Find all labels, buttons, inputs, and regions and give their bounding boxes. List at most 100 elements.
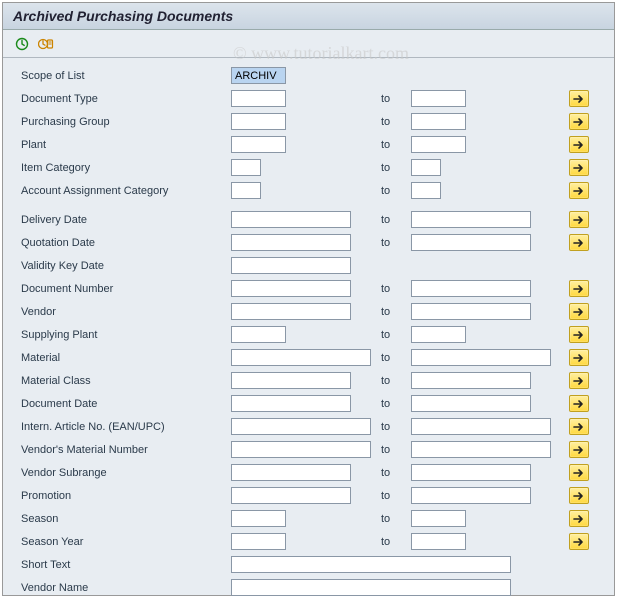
to-label: to — [381, 352, 411, 364]
multiple-selection-button-vendor[interactable] — [569, 303, 589, 320]
input-material-from[interactable] — [231, 349, 371, 366]
to-label: to — [381, 283, 411, 295]
input-vendor-subrange-to[interactable] — [411, 464, 531, 481]
row-ean-upc: Intern. Article No. (EAN/UPC) to — [3, 415, 614, 438]
sap-selection-screen: Archived Purchasing Documents © www.tuto… — [2, 2, 615, 596]
arrow-right-icon — [573, 468, 585, 478]
input-supplying-plant-from[interactable] — [231, 326, 286, 343]
input-season-to[interactable] — [411, 510, 466, 527]
input-item-category-to[interactable] — [411, 159, 441, 176]
arrow-right-icon — [573, 445, 585, 455]
arrow-right-icon — [573, 117, 585, 127]
input-document-date-from[interactable] — [231, 395, 351, 412]
input-material-to[interactable] — [411, 349, 551, 366]
input-plant-from[interactable] — [231, 136, 286, 153]
label-vendor-mat-no: Vendor's Material Number — [21, 444, 231, 456]
input-quotation-date-from[interactable] — [231, 234, 351, 251]
multiple-selection-button-material-class[interactable] — [569, 372, 589, 389]
input-vendor-name[interactable] — [231, 579, 511, 596]
multiple-selection-button-document-type[interactable] — [569, 90, 589, 107]
multiple-selection-button-promotion[interactable] — [569, 487, 589, 504]
input-ean-upc-to[interactable] — [411, 418, 551, 435]
multiple-selection-button-season[interactable] — [569, 510, 589, 527]
selection-form: Scope of List Document TypetoPurchasing … — [3, 58, 614, 599]
input-item-category-from[interactable] — [231, 159, 261, 176]
arrow-right-icon — [573, 284, 585, 294]
input-material-class-from[interactable] — [231, 372, 351, 389]
input-short-text[interactable] — [231, 556, 511, 573]
input-season-year-to[interactable] — [411, 533, 466, 550]
multiple-selection-button-quotation-date[interactable] — [569, 234, 589, 251]
input-document-date-to[interactable] — [411, 395, 531, 412]
label-vendor-name: Vendor Name — [21, 582, 231, 594]
multiple-selection-button-vendor-subrange[interactable] — [569, 464, 589, 481]
input-season-year-from[interactable] — [231, 533, 286, 550]
label-vendor-subrange: Vendor Subrange — [21, 467, 231, 479]
to-label: to — [381, 237, 411, 249]
multiple-selection-button-material[interactable] — [569, 349, 589, 366]
input-season-from[interactable] — [231, 510, 286, 527]
arrow-right-icon — [573, 353, 585, 363]
input-document-number-from[interactable] — [231, 280, 351, 297]
input-vendor-from[interactable] — [231, 303, 351, 320]
multiple-selection-button-item-category[interactable] — [569, 159, 589, 176]
to-label: to — [381, 513, 411, 525]
to-label: to — [381, 306, 411, 318]
get-variant-button[interactable] — [35, 34, 57, 54]
input-quotation-date-to[interactable] — [411, 234, 531, 251]
label-material-class: Material Class — [21, 375, 231, 387]
row-short-text: Short Text — [3, 553, 614, 576]
input-purchasing-group-to[interactable] — [411, 113, 466, 130]
input-vendor-to[interactable] — [411, 303, 531, 320]
multiple-selection-button-vendor-mat-no[interactable] — [569, 441, 589, 458]
input-vendor-mat-no-from[interactable] — [231, 441, 371, 458]
input-plant-to[interactable] — [411, 136, 466, 153]
arrow-right-icon — [573, 163, 585, 173]
input-vendor-subrange-from[interactable] — [231, 464, 351, 481]
label-season: Season — [21, 513, 231, 525]
input-document-type-from[interactable] — [231, 90, 286, 107]
row-vendor-mat-no: Vendor's Material Numberto — [3, 438, 614, 461]
variant-icon — [38, 37, 54, 51]
label-document-type: Document Type — [21, 93, 231, 105]
input-scope-of-list[interactable] — [231, 67, 286, 84]
input-supplying-plant-to[interactable] — [411, 326, 466, 343]
multiple-selection-button-document-number[interactable] — [569, 280, 589, 297]
input-document-number-to[interactable] — [411, 280, 531, 297]
multiple-selection-button-delivery-date[interactable] — [569, 211, 589, 228]
label-ean-upc: Intern. Article No. (EAN/UPC) — [21, 421, 231, 433]
input-acct-assign-cat-from[interactable] — [231, 182, 261, 199]
to-label: to — [381, 375, 411, 387]
arrow-right-icon — [573, 94, 585, 104]
to-label: to — [381, 329, 411, 341]
multiple-selection-button-ean-upc[interactable] — [569, 418, 589, 435]
input-ean-upc-from[interactable] — [231, 418, 371, 435]
row-document-number: Document Number to — [3, 277, 614, 300]
row-document-date: Document Dateto — [3, 392, 614, 415]
arrow-right-icon — [573, 330, 585, 340]
label-document-number: Document Number — [21, 283, 231, 295]
input-delivery-date-to[interactable] — [411, 211, 531, 228]
input-promotion-to[interactable] — [411, 487, 531, 504]
multiple-selection-button-supplying-plant[interactable] — [569, 326, 589, 343]
input-promotion-from[interactable] — [231, 487, 351, 504]
multiple-selection-button-season-year[interactable] — [569, 533, 589, 550]
arrow-right-icon — [573, 215, 585, 225]
arrow-right-icon — [573, 537, 585, 547]
input-vendor-mat-no-to[interactable] — [411, 441, 551, 458]
label-document-date: Document Date — [21, 398, 231, 410]
multiple-selection-button-document-date[interactable] — [569, 395, 589, 412]
multiple-selection-button-acct-assign-cat[interactable] — [569, 182, 589, 199]
input-validity-key-date[interactable] — [231, 257, 351, 274]
label-season-year: Season Year — [21, 536, 231, 548]
input-material-class-to[interactable] — [411, 372, 531, 389]
input-acct-assign-cat-to[interactable] — [411, 182, 441, 199]
input-document-type-to[interactable] — [411, 90, 466, 107]
multiple-selection-button-purchasing-group[interactable] — [569, 113, 589, 130]
input-purchasing-group-from[interactable] — [231, 113, 286, 130]
multiple-selection-button-plant[interactable] — [569, 136, 589, 153]
to-label: to — [381, 467, 411, 479]
to-label: to — [381, 421, 411, 433]
execute-button[interactable] — [11, 34, 33, 54]
input-delivery-date-from[interactable] — [231, 211, 351, 228]
